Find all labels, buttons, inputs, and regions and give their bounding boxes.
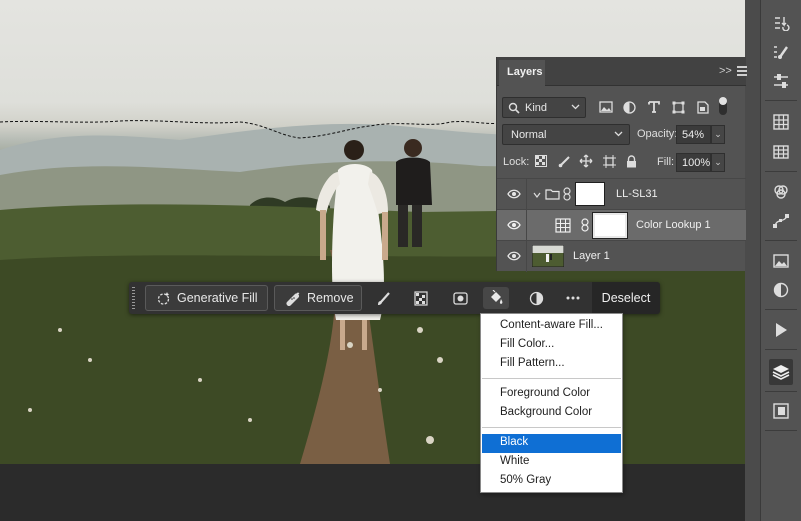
visibility-eye-icon[interactable] <box>507 188 521 200</box>
table-icon[interactable] <box>769 141 793 163</box>
layers-panel: Layers >> Kind Normal Opacity: 54% ⌄ Loc… <box>496 57 747 272</box>
layer-mask-thumbnail[interactable] <box>575 182 605 206</box>
remove-button[interactable]: Remove <box>274 285 362 311</box>
remove-bandage-icon <box>286 291 300 306</box>
deselect-button[interactable]: Deselect <box>592 282 660 314</box>
generative-fill-button[interactable]: Generative Fill <box>145 285 268 311</box>
visibility-eye-icon[interactable] <box>507 219 521 231</box>
brush-icon[interactable] <box>370 287 396 309</box>
libraries-icon[interactable] <box>769 400 793 422</box>
toolbar-divider <box>765 391 797 392</box>
drag-handle[interactable] <box>132 287 135 309</box>
link-icon[interactable] <box>581 218 589 232</box>
grid-icon[interactable] <box>769 111 793 133</box>
menu-separator <box>482 427 621 428</box>
visibility-eye-icon[interactable] <box>507 250 521 262</box>
fill-dropdown-menu: Content-aware Fill... Fill Color... Fill… <box>480 313 623 493</box>
layers-tab[interactable]: Layers <box>499 60 545 86</box>
toolbar-divider <box>765 309 797 310</box>
shape-filter-icon[interactable] <box>670 98 686 116</box>
blend-mode-value: Normal <box>511 129 547 141</box>
chevron-down-icon <box>614 131 623 137</box>
row-divider <box>526 179 527 210</box>
pixel-filter-icon[interactable] <box>598 98 614 116</box>
menu-item-white[interactable]: White <box>482 453 621 472</box>
opacity-field[interactable]: 54% <box>676 125 711 144</box>
lock-transparent-icon[interactable] <box>534 154 548 168</box>
panel-header: Layers >> <box>497 57 747 86</box>
filter-kind-select[interactable]: Kind <box>502 97 586 118</box>
lock-artboard-icon[interactable] <box>602 154 616 168</box>
pasteboard <box>0 464 760 521</box>
fill-label: Fill: <box>657 156 675 168</box>
play-icon[interactable] <box>769 319 793 341</box>
fill-bucket-icon[interactable] <box>483 287 509 309</box>
menu-item-50-gray[interactable]: 50% Gray <box>482 472 621 491</box>
layer-row-pixel[interactable]: Layer 1 <box>497 240 746 272</box>
layer-name[interactable]: Layer 1 <box>573 250 610 262</box>
image-icon[interactable] <box>769 250 793 272</box>
menu-item-fill-pattern[interactable]: Fill Pattern... <box>482 355 621 374</box>
right-panel-toolbar <box>760 0 801 521</box>
menu-item-background-color[interactable]: Background Color <box>482 404 621 423</box>
fill-field[interactable]: 100% <box>676 153 711 172</box>
channels-icon[interactable] <box>769 181 793 203</box>
invert-icon[interactable] <box>523 287 549 309</box>
brush-settings-icon[interactable] <box>769 41 793 63</box>
chevron-down-icon[interactable] <box>533 191 541 199</box>
folder-icon <box>545 189 560 200</box>
menu-item-foreground-color[interactable]: Foreground Color <box>482 385 621 404</box>
history-icon[interactable] <box>769 12 793 34</box>
row-divider <box>526 241 527 272</box>
layer-row-adjustment[interactable]: Color Lookup 1 <box>497 209 746 241</box>
paths-icon[interactable] <box>769 210 793 232</box>
generative-fill-icon <box>157 291 170 305</box>
layers-icon[interactable] <box>769 359 793 385</box>
opacity-dropdown-icon[interactable]: ⌄ <box>711 125 725 144</box>
layer-name[interactable]: Color Lookup 1 <box>636 219 711 231</box>
filter-kind-label: Kind <box>525 102 548 114</box>
smart-object-filter-icon[interactable] <box>695 98 711 116</box>
link-icon[interactable] <box>563 187 571 201</box>
layer-name[interactable]: LL-SL31 <box>616 188 658 200</box>
toolbar-divider <box>765 240 797 241</box>
lock-label: Lock: <box>503 156 530 168</box>
filter-toggle[interactable] <box>719 97 727 115</box>
adjust-icon[interactable] <box>769 70 793 92</box>
blend-mode-select[interactable]: Normal <box>502 124 630 145</box>
lock-all-icon[interactable] <box>624 154 638 168</box>
selection-to-mask-icon[interactable] <box>447 287 473 309</box>
menu-item-content-aware-fill[interactable]: Content-aware Fill... <box>482 317 621 336</box>
menu-separator <box>482 378 621 379</box>
opacity-label: Opacity: <box>637 128 678 140</box>
color-lookup-icon <box>555 218 571 233</box>
fill-dropdown-icon[interactable]: ⌄ <box>711 153 725 172</box>
type-filter-icon[interactable] <box>646 98 662 116</box>
toolbar-divider <box>765 349 797 350</box>
adjustment-filter-icon[interactable] <box>621 98 637 116</box>
panel-gutter <box>745 0 760 521</box>
row-divider <box>526 210 527 241</box>
layer-mask-thumbnail[interactable] <box>592 212 628 239</box>
search-icon <box>508 102 520 114</box>
mask-icon[interactable] <box>408 287 434 309</box>
remove-label: Remove <box>307 291 354 305</box>
menu-item-fill-color[interactable]: Fill Color... <box>482 336 621 355</box>
toolbar-divider <box>765 171 797 172</box>
toolbar-divider <box>765 100 797 101</box>
chevron-down-icon <box>571 104 580 110</box>
collapse-panel-button[interactable]: >> <box>719 65 732 77</box>
menu-item-black[interactable]: Black <box>482 434 621 453</box>
adjustments-icon[interactable] <box>769 279 793 301</box>
lock-position-icon[interactable] <box>579 154 593 168</box>
panel-menu-icon[interactable] <box>737 66 747 76</box>
toolbar-divider <box>765 430 797 431</box>
generative-fill-label: Generative Fill <box>177 291 258 305</box>
contextual-task-bar: Generative Fill Remove Deselect <box>129 282 660 314</box>
layer-row-group[interactable]: LL-SL31 <box>497 178 746 210</box>
layer-image-thumbnail[interactable] <box>532 245 564 267</box>
more-icon[interactable] <box>560 287 586 309</box>
lock-pixels-icon[interactable] <box>557 154 571 168</box>
